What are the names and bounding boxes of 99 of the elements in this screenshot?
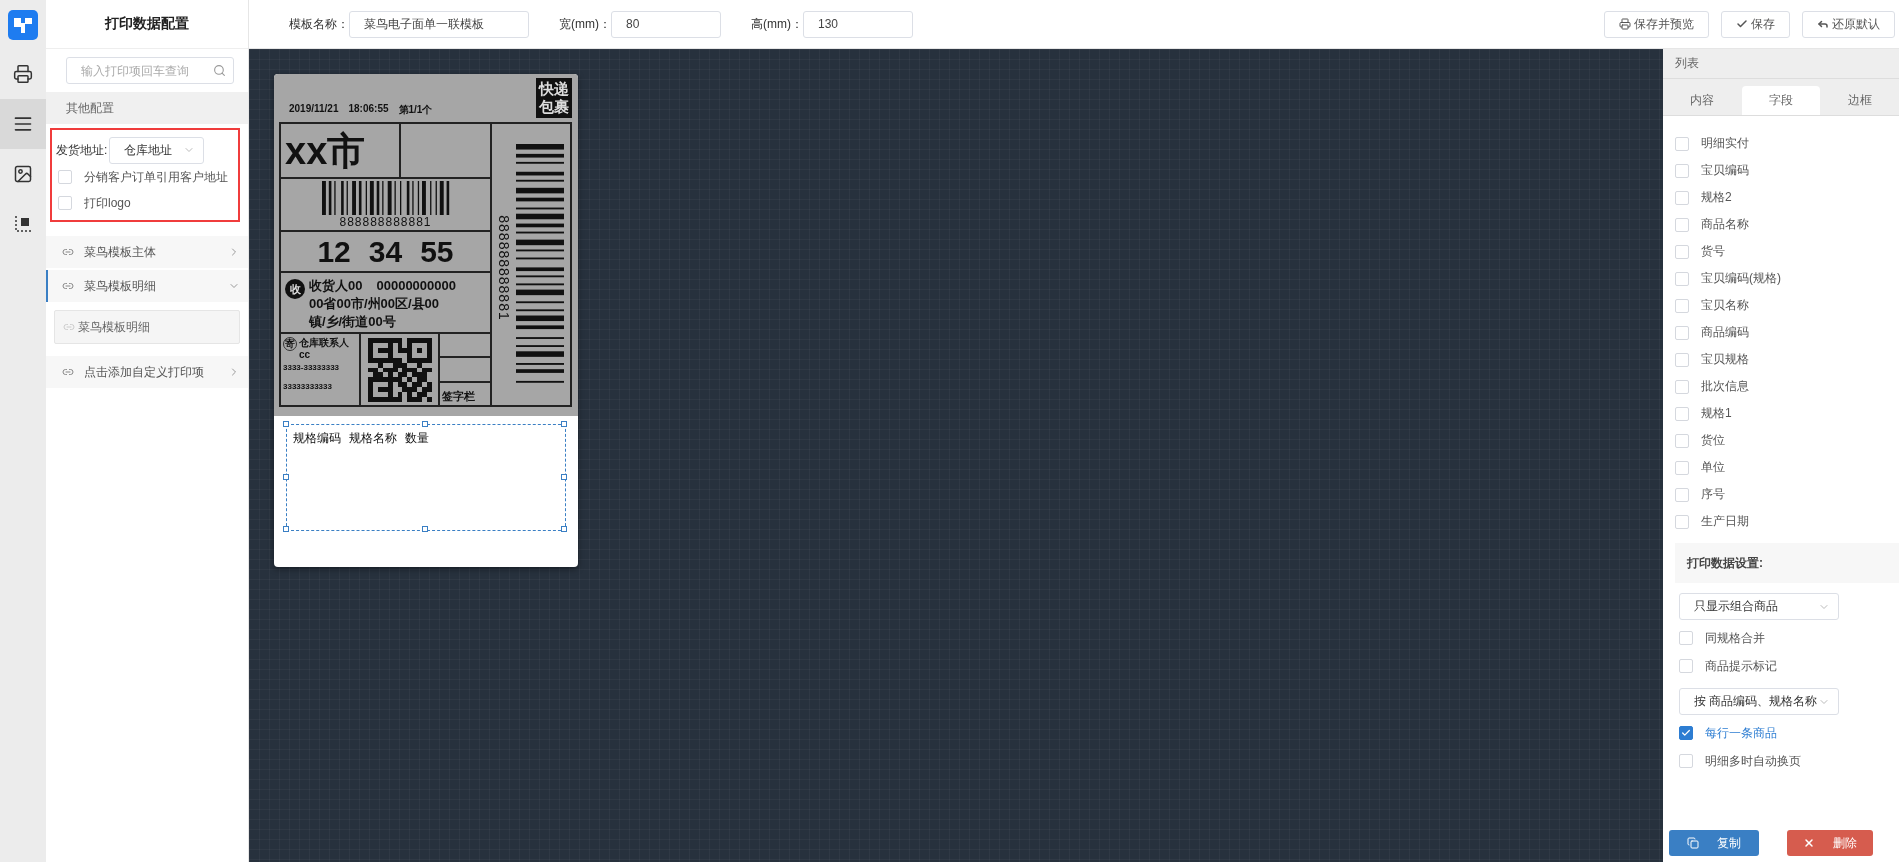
input-field[interactable]: 130 xyxy=(802,10,913,38)
copy-icon xyxy=(1687,837,1699,849)
checkbox-label: 每行一条商品 xyxy=(1705,724,1777,742)
express-badge: 快递 包裹 xyxy=(536,78,572,118)
field-label: 发货地址: xyxy=(56,141,108,159)
label-count: 第1/1个 xyxy=(398,103,433,117)
sort-code: 34 xyxy=(368,234,403,269)
resize-handle[interactable] xyxy=(422,526,428,532)
section-header[interactable]: 点击添加自定义打印项 xyxy=(46,356,248,388)
checkbox-label: 宝贝名称 xyxy=(1701,297,1749,314)
delete-button[interactable]: 删除 xyxy=(1787,830,1873,856)
reply-icon xyxy=(1817,18,1829,30)
recipient-badge: 收 xyxy=(285,279,305,299)
panel-title: 打印数据配置 xyxy=(46,0,248,49)
resize-handle[interactable] xyxy=(283,526,289,532)
dropdown[interactable]: 只显示组合商品 xyxy=(1679,593,1839,620)
toolbar-button[interactable]: 保存并预览 xyxy=(1604,10,1709,38)
dropdown[interactable]: 按 商品编码、规格名称 xyxy=(1679,688,1839,715)
sender-phone: 3333-33333333 xyxy=(283,363,341,372)
selection-frame[interactable]: 规格编码 规格名称 数量 xyxy=(286,424,566,531)
link-icon xyxy=(63,321,75,333)
checkbox[interactable] xyxy=(1679,726,1693,740)
sort-code: 12 xyxy=(317,234,351,269)
address-line: 镇/乡/街道00号 xyxy=(309,313,397,331)
signature-label: 签字栏 xyxy=(442,389,475,404)
section-header[interactable]: 菜鸟模板主体 xyxy=(46,236,248,268)
barcode-number: 888888888881 xyxy=(496,214,512,321)
column-heading: 规格编码 xyxy=(293,430,341,447)
image-icon xyxy=(13,164,33,184)
checkbox-label: 商品提示标记 xyxy=(1705,657,1777,675)
label-date: 2019/11/21 xyxy=(289,103,339,116)
resize-handle[interactable] xyxy=(283,421,289,427)
checkbox-label: 规格1 xyxy=(1701,405,1732,422)
selection-icon xyxy=(13,214,33,234)
section-band: 打印数据设置: xyxy=(1675,543,1899,583)
close-icon xyxy=(1803,837,1815,849)
link-icon xyxy=(62,366,74,378)
sender-mobile: 33333333333 xyxy=(283,382,333,391)
check-icon xyxy=(1681,728,1691,738)
input-field[interactable]: 80 xyxy=(611,10,721,38)
qr-code xyxy=(367,337,432,402)
resize-handle[interactable] xyxy=(561,526,567,532)
link-icon xyxy=(62,280,74,292)
template-item[interactable]: 菜鸟模板明细 xyxy=(54,310,240,344)
resize-handle[interactable] xyxy=(422,421,428,427)
recipient-name: 收货人00 xyxy=(309,277,363,295)
checkbox-label: 生产日期 xyxy=(1701,513,1749,530)
check-icon xyxy=(1736,18,1748,30)
sort-code: 55 xyxy=(420,234,454,269)
checkbox-label: 分销客户订单引用客户地址 xyxy=(84,168,228,186)
field-label: 高(mm)： xyxy=(751,15,803,33)
copy-button[interactable]: 复制 xyxy=(1669,830,1759,856)
checkbox-label: 货位 xyxy=(1701,432,1725,449)
checkbox-label: 单位 xyxy=(1701,459,1725,476)
resize-handle[interactable] xyxy=(561,473,567,480)
checkbox-label: 宝贝编码(规格) xyxy=(1701,270,1781,287)
checkbox-label: 宝贝规格 xyxy=(1701,351,1749,368)
tab[interactable]: 边框 xyxy=(1820,86,1899,115)
city-text: xx市 xyxy=(285,131,366,170)
address-select[interactable]: 仓库地址 xyxy=(109,136,205,164)
checkbox-label: 明细多时自动换页 xyxy=(1705,752,1801,770)
resize-handle[interactable] xyxy=(283,473,289,480)
field-label: 宽(mm)： xyxy=(559,15,611,33)
column-heading: 规格名称 xyxy=(349,430,397,447)
tab[interactable]: 字段 xyxy=(1741,86,1821,115)
checkbox-label: 同规格合并 xyxy=(1705,629,1765,647)
search-field[interactable]: 输入打印项回车查询 xyxy=(66,57,234,84)
barcode-number: 888888888881 xyxy=(339,214,432,229)
panel-title: 列表 xyxy=(1663,49,1899,79)
checkbox-label: 商品编码 xyxy=(1701,324,1749,341)
menu-icon xyxy=(13,114,33,134)
sidebar-tab[interactable] xyxy=(0,99,46,149)
label-time: 18:06:55 xyxy=(348,103,389,116)
section-band: 其他配置 xyxy=(46,92,248,124)
printer-icon xyxy=(1619,18,1631,30)
recipient-phone: 00000000000 xyxy=(376,277,456,295)
checkbox-label: 批次信息 xyxy=(1701,378,1749,395)
checkbox-label: 序号 xyxy=(1701,486,1725,503)
search-icon xyxy=(213,64,226,77)
resize-handle[interactable] xyxy=(561,421,567,427)
checkbox-label: 商品名称 xyxy=(1701,216,1749,233)
field-label: 模板名称： xyxy=(289,15,349,33)
checkbox-label: 规格2 xyxy=(1701,189,1732,206)
app-logo[interactable] xyxy=(8,9,38,40)
printer-icon xyxy=(13,64,33,84)
link-icon xyxy=(62,246,74,258)
checkbox-label: 宝贝编码 xyxy=(1701,162,1749,179)
sender-name: 仓库联系人 xyxy=(299,337,349,349)
input-field[interactable]: 菜鸟电子面单一联模板 xyxy=(349,10,529,38)
checkbox-label: 明细实付 xyxy=(1701,135,1749,152)
checkbox-label: 货号 xyxy=(1701,243,1725,260)
toolbar-button[interactable]: 还原默认 xyxy=(1802,10,1895,38)
checkbox-label: 打印logo xyxy=(84,194,131,212)
section-header[interactable]: 菜鸟模板明细 xyxy=(46,270,248,302)
address-line: 00省00市/州00区/县00 xyxy=(309,295,441,313)
sender-sub: cc xyxy=(299,349,312,361)
column-heading: 数量 xyxy=(405,430,429,447)
tab[interactable]: 内容 xyxy=(1663,86,1742,115)
toolbar-button[interactable]: 保存 xyxy=(1721,10,1790,38)
